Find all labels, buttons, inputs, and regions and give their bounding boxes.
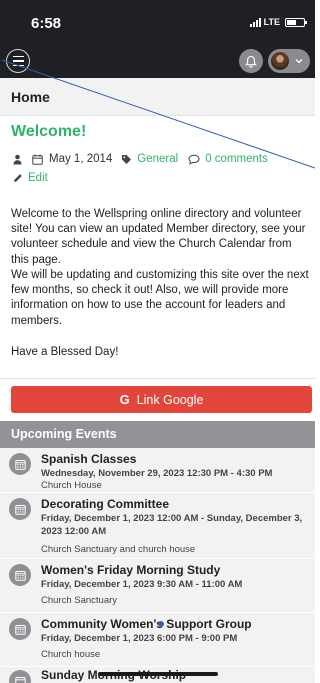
status-time: 6:58 <box>31 15 62 32</box>
post-comments-link[interactable]: 0 comments <box>205 153 268 165</box>
hamburger-menu-icon[interactable] <box>6 49 30 73</box>
chevron-down-icon <box>295 59 303 64</box>
home-indicator[interactable] <box>98 672 218 676</box>
page-title: Home <box>11 89 50 105</box>
event-location: Church Sanctuary <box>41 595 118 606</box>
app-header <box>0 44 315 78</box>
calendar-icon <box>9 564 31 586</box>
event-title[interactable]: Community Women's Support Group <box>41 617 252 631</box>
calendar-icon <box>9 618 31 640</box>
edit-link[interactable]: Edit <box>13 172 48 184</box>
post-title: Welcome! <box>11 123 87 140</box>
event-location: Church House <box>41 480 102 491</box>
signal-icon <box>249 17 261 27</box>
event-item[interactable]: Spanish Classes Wednesday, November 29, … <box>0 448 315 493</box>
link-google-button[interactable]: G Link Google <box>11 386 312 413</box>
bell-icon[interactable] <box>239 49 263 73</box>
event-title[interactable]: Spanish Classes <box>41 452 136 466</box>
event-item[interactable]: Community Women's Support Group Friday, … <box>0 613 315 667</box>
calendar-icon <box>9 453 31 475</box>
author-icon <box>13 154 22 164</box>
calendar-icon <box>9 670 31 683</box>
divider <box>0 378 315 379</box>
post-date: May 1, 2014 <box>49 153 113 165</box>
event-item[interactable]: Decorating Committee Friday, December 1,… <box>0 493 315 559</box>
post-paragraph: Welcome to the Wellspring online directo… <box>11 208 306 266</box>
edit-label[interactable]: Edit <box>28 172 48 184</box>
post-paragraph: We will be updating and customizing this… <box>11 269 309 327</box>
upcoming-events-header: Upcoming Events <box>0 421 315 448</box>
upcoming-events-title: Upcoming Events <box>11 427 117 441</box>
calendar-icon <box>9 498 31 520</box>
event-title[interactable]: Decorating Committee <box>41 497 169 511</box>
comment-icon <box>188 154 200 165</box>
google-icon: G <box>119 392 130 407</box>
status-indicators: LTE <box>249 17 307 27</box>
tag-icon <box>122 154 132 164</box>
event-date: Wednesday, November 29, 2023 12:30 PM - … <box>41 468 273 479</box>
post-paragraph: Have a Blessed Day! <box>11 346 119 358</box>
post-category-link[interactable]: General <box>137 153 178 165</box>
user-avatar <box>271 52 289 70</box>
calendar-icon <box>32 154 43 165</box>
event-location: Church Sanctuary and church house <box>41 544 196 555</box>
touch-indicator <box>158 621 164 627</box>
page-header: Home <box>0 78 315 116</box>
event-date: Friday, December 1, 2023 9:30 AM - 11:00… <box>41 579 243 590</box>
pencil-icon <box>14 174 22 182</box>
network-label: LTE <box>263 17 280 27</box>
link-google-label: Link Google <box>136 392 204 407</box>
battery-icon <box>285 17 307 27</box>
post-meta: May 1, 2014 General 0 comments <box>13 153 268 165</box>
event-location: Church house <box>41 649 101 660</box>
event-date: Friday, December 1, 2023 6:00 PM - 9:00 … <box>41 633 238 644</box>
event-date: Friday, December 1, 2023 12:00 AM - Sund… <box>41 513 303 537</box>
event-title[interactable]: Women's Friday Morning Study <box>41 563 220 577</box>
status-bar: 6:58 LTE <box>0 0 315 44</box>
user-menu-button[interactable] <box>268 49 310 73</box>
event-item[interactable]: Women's Friday Morning Study Friday, Dec… <box>0 559 315 613</box>
